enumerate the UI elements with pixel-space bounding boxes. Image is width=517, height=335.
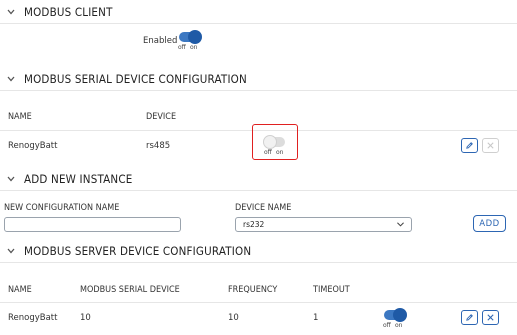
toggle-knob	[188, 30, 202, 44]
pencil-icon	[466, 142, 473, 149]
close-icon	[487, 314, 494, 321]
serial-row-device: rs485	[146, 141, 171, 151]
server-row-name: RenogyBatt	[8, 313, 58, 323]
server-row-frequency: 10	[228, 313, 239, 323]
column-header-serial-device: MODBUS SERIAL DEVICE	[80, 285, 180, 295]
chevron-down-icon	[7, 76, 15, 81]
device-name-value: rs232	[243, 220, 265, 229]
section-title: MODBUS SERVER DEVICE CONFIGURATION	[24, 243, 252, 258]
device-name-label: DEVICE NAME	[235, 203, 292, 213]
config-name-input[interactable]	[4, 217, 181, 232]
column-header-device: DEVICE	[146, 112, 177, 122]
chevron-down-icon	[397, 222, 404, 227]
device-name-select[interactable]: rs232	[235, 217, 412, 232]
column-header-name: NAME	[8, 285, 32, 295]
toggle-off-label: off	[264, 149, 272, 156]
edit-button[interactable]	[461, 310, 478, 325]
serial-device-enable-toggle[interactable]: off on	[262, 135, 288, 157]
section-title: MODBUS CLIENT	[24, 4, 113, 19]
toggle-on-label: on	[190, 44, 198, 51]
toggle-knob	[263, 135, 277, 149]
toggle-knob	[393, 308, 407, 322]
toggle-on-label: on	[395, 322, 403, 329]
serial-config-header[interactable]: MODBUS SERIAL DEVICE CONFIGURATION	[0, 67, 517, 91]
pencil-icon	[466, 314, 473, 321]
toggle-off-label: off	[383, 322, 391, 329]
column-header-name: NAME	[8, 112, 32, 122]
delete-button[interactable]	[482, 310, 499, 325]
toggle-off-label: off	[178, 44, 186, 51]
add-instance-header[interactable]: ADD NEW INSTANCE	[0, 167, 517, 191]
server-device-enable-toggle[interactable]: off on	[381, 308, 407, 330]
edit-button[interactable]	[461, 138, 478, 153]
close-icon	[487, 142, 494, 149]
column-header-frequency: FREQUENCY	[228, 285, 278, 295]
chevron-down-icon	[7, 9, 15, 14]
enabled-label: Enabled	[143, 36, 178, 46]
server-config-header[interactable]: MODBUS SERVER DEVICE CONFIGURATION	[0, 239, 517, 263]
modbus-client-header[interactable]: MODBUS CLIENT	[0, 0, 517, 24]
section-title: ADD NEW INSTANCE	[24, 171, 133, 186]
toggle-on-label: on	[276, 149, 284, 156]
section-title: MODBUS SERIAL DEVICE CONFIGURATION	[24, 71, 247, 86]
modbus-client-enabled-toggle[interactable]: off on	[176, 30, 202, 52]
config-name-label: NEW CONFIGURATION NAME	[4, 203, 120, 213]
serial-row-name: RenogyBatt	[8, 141, 58, 151]
add-button[interactable]: ADD	[473, 215, 506, 232]
delete-button[interactable]	[482, 138, 499, 153]
column-header-timeout: TIMEOUT	[313, 285, 350, 295]
divider	[0, 302, 517, 303]
chevron-down-icon	[7, 176, 15, 181]
server-row-timeout: 1	[313, 313, 319, 323]
chevron-down-icon	[7, 248, 15, 253]
server-row-serial-device: 10	[80, 313, 91, 323]
